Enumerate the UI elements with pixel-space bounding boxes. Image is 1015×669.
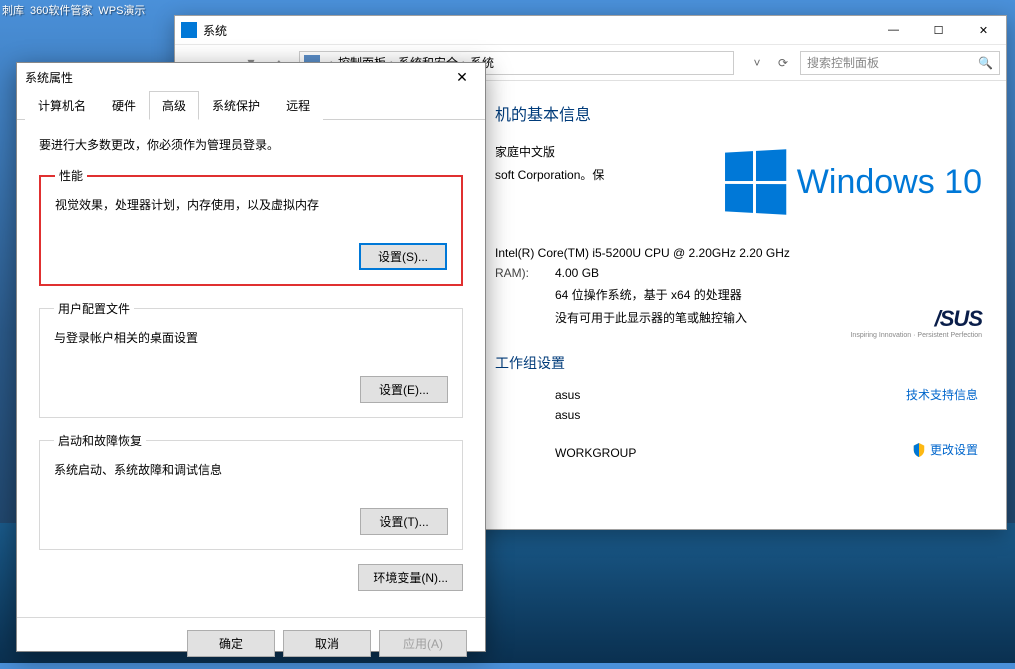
asus-tagline: Inspiring Innovation · Persistent Perfec… [850,332,982,339]
cancel-button[interactable]: 取消 [283,630,371,657]
arch-value: 64 位操作系统，基于 x64 的处理器 [555,286,742,303]
user-profile-group: 用户配置文件 与登录帐户相关的桌面设置 设置(E)... [39,300,463,418]
tab-system-protection[interactable]: 系统保护 [199,91,273,120]
ok-button[interactable]: 确定 [187,630,275,657]
dialog-tabs: 计算机名 硬件 高级 系统保护 远程 [17,91,485,120]
windows-tiles-icon [725,149,786,215]
asus-logo: /SUS Inspiring Innovation · Persistent P… [850,306,982,339]
system-titlebar[interactable]: 系统 — ☐ ✕ [175,16,1006,45]
performance-settings-button[interactable]: 设置(S)... [359,243,447,270]
search-icon: 🔍 [978,56,993,70]
page-title: 机的基本信息 [495,101,982,125]
profile-settings-button[interactable]: 设置(E)... [360,376,448,403]
workgroup-heading: 工作组设置 [495,353,982,373]
workgroup-value: WORKGROUP [555,446,636,460]
user-profile-legend: 用户配置文件 [54,300,134,317]
startup-desc: 系统启动、系统故障和调试信息 [54,461,448,478]
tab-advanced[interactable]: 高级 [149,91,199,120]
search-input[interactable]: 搜索控制面板 🔍 [800,51,1000,75]
startup-settings-button[interactable]: 设置(T)... [360,508,448,535]
touch-value: 没有可用于此显示器的笔或触控输入 [555,309,747,326]
asus-brand: /SUS [850,306,982,332]
performance-group: 性能 视觉效果，处理器计划，内存使用，以及虚拟内存 设置(S)... [39,167,463,286]
tab-hardware[interactable]: 硬件 [99,91,149,120]
dialog-close-button[interactable]: ✕ [447,63,477,91]
dialog-titlebar[interactable]: 系统属性 ✕ [17,63,485,91]
breadcrumb-dropdown-icon[interactable]: ˅ [746,52,768,74]
full-computer-name: asus [555,408,580,422]
cpu-value: Intel(R) Core(TM) i5-5200U CPU @ 2.20GHz… [495,246,790,260]
desktop-icon-row: 刺库 360软件管家 WPS演示 [2,2,145,18]
admin-note: 要进行大多数更改，你必须作为管理员登录。 [39,136,463,153]
computer-name: asus [555,388,580,402]
desktop-icon[interactable]: 刺库 [2,2,24,18]
desktop-icon[interactable]: 360软件管家 [30,2,92,18]
change-settings-link[interactable]: 更改设置 [912,441,978,458]
startup-legend: 启动和故障恢复 [54,432,146,449]
close-button[interactable]: ✕ [961,16,1006,45]
search-placeholder: 搜索控制面板 [807,54,879,71]
maximize-button[interactable]: ☐ [916,16,961,45]
minimize-button[interactable]: — [871,16,916,45]
copyright-value: soft Corporation。保 [495,166,604,183]
system-properties-dialog: 系统属性 ✕ 计算机名 硬件 高级 系统保护 远程 要进行大多数更改，你必须作为… [16,62,486,652]
startup-recovery-group: 启动和故障恢复 系统启动、系统故障和调试信息 设置(T)... [39,432,463,550]
support-link[interactable]: 技术支持信息 [906,386,978,403]
tab-remote[interactable]: 远程 [273,91,323,120]
edition-value: 家庭中文版 [495,143,555,160]
tab-computer-name[interactable]: 计算机名 [25,91,99,120]
dialog-body: 要进行大多数更改，你必须作为管理员登录。 性能 视觉效果，处理器计划，内存使用，… [17,120,485,617]
apply-button[interactable]: 应用(A) [379,630,467,657]
dialog-title: 系统属性 [25,69,73,86]
system-title: 系统 [203,22,227,39]
workgroup-section: 工作组设置 asus asus WORKGROUP [495,353,982,463]
ram-label: RAM): [495,266,555,280]
environment-variables-button[interactable]: 环境变量(N)... [358,564,463,591]
performance-desc: 视觉效果，处理器计划，内存使用，以及虚拟内存 [55,196,447,213]
change-settings-label: 更改设置 [930,441,978,458]
desktop-icon[interactable]: WPS演示 [98,2,145,18]
refresh-icon[interactable]: ⟳ [772,52,794,74]
windows10-text: Windows 10 [797,163,982,202]
shield-icon [912,443,926,457]
dialog-footer: 确定 取消 应用(A) [17,617,485,669]
ram-value: 4.00 GB [555,266,599,280]
user-profile-desc: 与登录帐户相关的桌面设置 [54,329,448,346]
windows10-logo: Windows 10 [723,151,982,213]
performance-legend: 性能 [55,167,87,184]
system-icon [181,22,197,38]
